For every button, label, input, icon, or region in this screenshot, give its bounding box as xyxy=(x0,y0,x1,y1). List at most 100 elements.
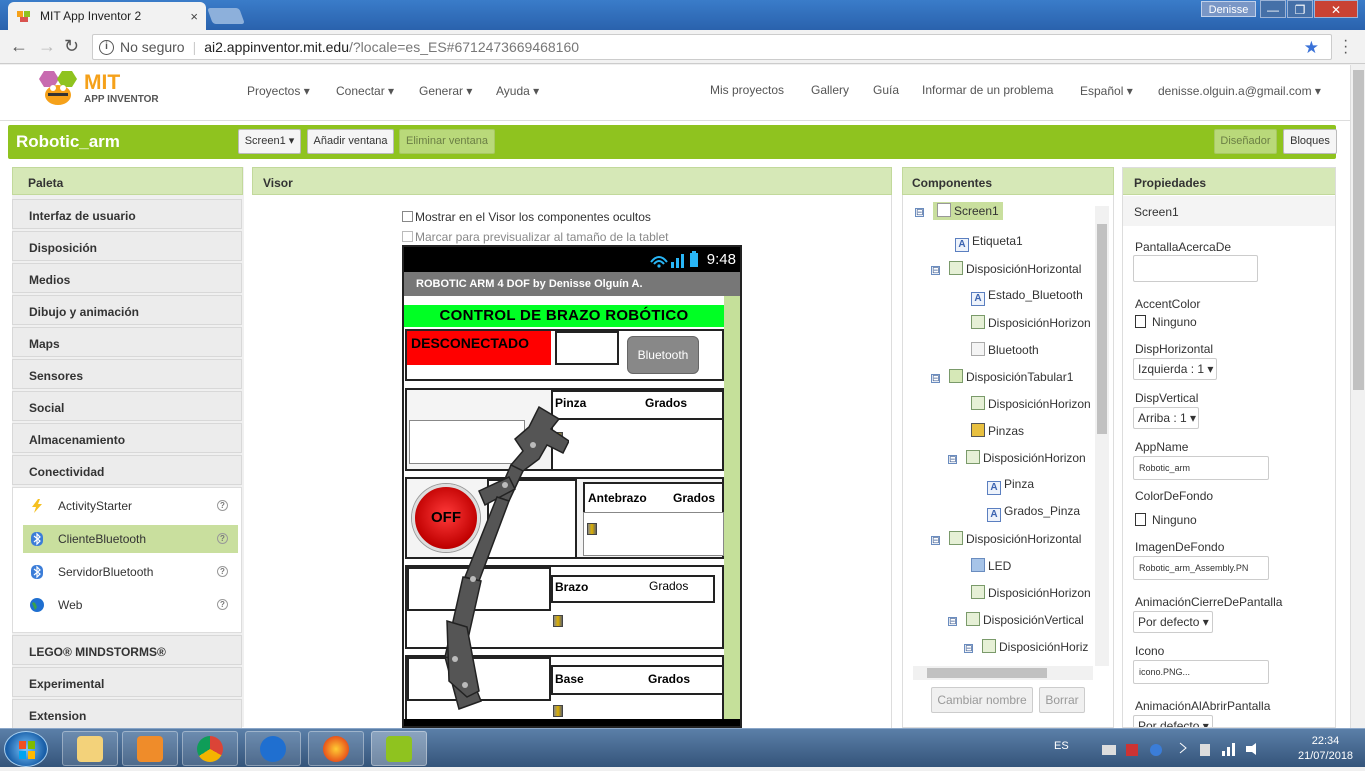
prop-bgimage-input[interactable]: Robotic_arm_Assembly.PN xyxy=(1133,556,1269,580)
palette-cat-sensors[interactable]: Sensores xyxy=(12,359,242,389)
palette-cat-maps[interactable]: Maps xyxy=(12,327,242,357)
minimize-button[interactable]: — xyxy=(1260,0,1286,18)
collapse-toggle-icon[interactable]: ⊟ xyxy=(964,644,973,653)
checkbox-box[interactable] xyxy=(402,231,413,242)
reload-icon[interactable]: ↻ xyxy=(64,36,79,57)
collapse-toggle-icon[interactable]: ⊟ xyxy=(948,455,957,464)
tree-node[interactable]: Pinzas xyxy=(971,423,1024,438)
prop-about-input[interactable] xyxy=(1133,255,1258,282)
palette-cat-social[interactable]: Social xyxy=(12,391,242,421)
link-gallery[interactable]: Gallery xyxy=(811,83,849,97)
tree-node[interactable]: DisposiciónHorizon xyxy=(971,585,1091,600)
prop-valign-select[interactable]: Arriba : 1 ▾ xyxy=(1133,407,1199,429)
new-tab-button[interactable] xyxy=(207,8,245,24)
tree-node[interactable]: DisposiciónHorizon xyxy=(971,315,1091,330)
back-arrow-icon[interactable]: ← xyxy=(10,36,28,57)
scrollbar-thumb[interactable] xyxy=(1353,70,1364,390)
menu-ayuda[interactable]: Ayuda ▾ xyxy=(496,84,539,98)
header-label[interactable]: CONTROL DE BRAZO ROBÓTICO xyxy=(404,305,724,327)
collapse-toggle-icon[interactable]: ⊟ xyxy=(931,374,940,383)
tree-node[interactable]: ⊟ DisposiciónHorizon xyxy=(948,450,1086,465)
bt-placeholder-box[interactable] xyxy=(555,331,619,365)
link-mis-proyectos[interactable]: Mis proyectos xyxy=(710,83,784,97)
remove-screen-button[interactable]: Eliminar ventana xyxy=(399,129,495,154)
brazo-label-box[interactable]: Brazo Grados xyxy=(551,575,715,603)
palette-cat-ui[interactable]: Interfaz de usuario xyxy=(12,199,242,229)
tree-node[interactable]: A Etiqueta1 xyxy=(955,234,1023,252)
prop-appname-input[interactable]: Robotic_arm xyxy=(1133,456,1269,480)
tree-node[interactable]: Bluetooth xyxy=(971,342,1039,357)
bluetooth-listpicker-button[interactable]: Bluetooth xyxy=(627,336,699,374)
tree-node[interactable]: ⊟ DisposiciónVertical xyxy=(948,612,1084,627)
palette-item-servidorbluetooth[interactable]: ServidorBluetooth ? xyxy=(23,558,238,586)
info-icon[interactable]: i xyxy=(99,39,114,55)
prop-halign-select[interactable]: Izquierda : 1 ▾ xyxy=(1133,358,1217,380)
start-button[interactable] xyxy=(4,731,48,767)
prop-accent-color[interactable]: Ninguno xyxy=(1135,315,1197,329)
prop-openanim-select[interactable]: Por defecto ▾ xyxy=(1133,715,1213,727)
antebrazo-slider-box[interactable] xyxy=(583,512,724,556)
palette-cat-lego[interactable]: LEGO® MINDSTORMS® xyxy=(12,635,242,665)
phone-scrollbar[interactable] xyxy=(726,296,740,726)
help-icon[interactable]: ? xyxy=(217,533,228,544)
scrollbar-thumb[interactable] xyxy=(1097,224,1107,434)
antebrazo-slider[interactable] xyxy=(587,523,597,535)
maximize-button[interactable]: ❐ xyxy=(1287,0,1313,18)
mit-app-inventor-logo[interactable]: MIT APP INVENTOR xyxy=(36,69,166,111)
tray-icons[interactable] xyxy=(1102,741,1262,757)
window-close-button[interactable]: ✕ xyxy=(1314,0,1358,18)
prop-bgcolor[interactable]: Ninguno xyxy=(1135,513,1197,527)
help-icon[interactable]: ? xyxy=(217,566,228,577)
palette-item-web[interactable]: Web ? xyxy=(23,591,238,619)
menu-generar[interactable]: Generar ▾ xyxy=(419,84,472,98)
tree-node[interactable]: ⊟ DisposiciónHorizontal xyxy=(931,531,1081,546)
link-report-problem[interactable]: Informar de un problema xyxy=(922,83,1053,97)
bookmark-star-icon[interactable]: ★ xyxy=(1304,38,1319,58)
taskbar-app[interactable] xyxy=(245,731,301,766)
status-label[interactable]: DESCONECTADO xyxy=(407,331,551,365)
browser-tab[interactable]: MIT App Inventor 2 × xyxy=(8,2,206,30)
url-input[interactable]: i No seguro | ai2.appinventor.mit.edu /?… xyxy=(92,34,1332,60)
collapse-toggle-icon[interactable]: ⊟ xyxy=(948,617,957,626)
base-label-box[interactable]: Base Grados xyxy=(551,665,724,695)
tree-node-screen1[interactable]: ⊟ Screen1 xyxy=(915,202,1003,220)
tree-node[interactable]: ⊟ DisposiciónTabular1 xyxy=(931,369,1073,384)
collapse-toggle-icon[interactable]: ⊟ xyxy=(915,208,924,217)
tree-node[interactable]: ⊟ DisposiciónHoriz xyxy=(964,639,1088,653)
designer-button[interactable]: Diseñador xyxy=(1214,129,1277,154)
account-menu[interactable]: denisse.olguin.a@gmail.com ▾ xyxy=(1158,84,1321,98)
tree-node[interactable]: ⊟ DisposiciónHorizontal xyxy=(931,261,1081,276)
tree-node[interactable]: LED xyxy=(971,558,1011,573)
components-horizontal-scrollbar[interactable] xyxy=(913,666,1093,680)
tree-node[interactable]: DisposiciónHorizon xyxy=(971,396,1091,411)
scrollbar-thumb[interactable] xyxy=(927,668,1047,678)
antebrazo-label-box[interactable]: Antebrazo Grados xyxy=(583,482,724,514)
palette-cat-layout[interactable]: Disposición xyxy=(12,231,242,261)
forward-arrow-icon[interactable]: → xyxy=(38,36,56,57)
blocks-button[interactable]: Bloques xyxy=(1283,129,1337,154)
tablet-preview-checkbox[interactable]: Marcar para previsualizar al tamaño de l… xyxy=(402,230,668,244)
bluetooth-row[interactable]: DESCONECTADO Bluetooth xyxy=(405,329,724,381)
palette-cat-media[interactable]: Medios xyxy=(12,263,242,293)
tree-node[interactable]: A Estado_Bluetooth xyxy=(971,288,1083,306)
checkbox-box[interactable] xyxy=(402,211,413,222)
taskbar-media[interactable] xyxy=(122,731,178,766)
language-indicator[interactable]: ES xyxy=(1054,740,1069,752)
tree-node[interactable]: A Pinza xyxy=(987,477,1034,495)
help-icon[interactable]: ? xyxy=(217,599,228,610)
collapse-toggle-icon[interactable]: ⊟ xyxy=(931,266,940,275)
delete-button[interactable]: Borrar xyxy=(1039,687,1085,713)
palette-cat-storage[interactable]: Almacenamiento xyxy=(12,423,242,453)
taskbar-explorer[interactable] xyxy=(62,731,118,766)
palette-item-clientebluetooth[interactable]: ClienteBluetooth ? xyxy=(23,525,238,553)
tree-node[interactable]: A Grados_Pinza xyxy=(987,504,1080,522)
palette-item-activitystarter[interactable]: ActivityStarter ? xyxy=(23,492,238,520)
clock[interactable]: 22:34 21/07/2018 xyxy=(1298,734,1353,764)
palette-cat-connectivity[interactable]: Conectividad xyxy=(12,455,242,485)
prop-closeanim-select[interactable]: Por defecto ▾ xyxy=(1133,611,1213,633)
language-menu[interactable]: Español ▾ xyxy=(1080,84,1133,98)
palette-cat-extension[interactable]: Extension xyxy=(12,699,242,728)
components-vertical-scrollbar[interactable] xyxy=(1095,206,1109,666)
palette-cat-drawing[interactable]: Dibujo y animación xyxy=(12,295,242,325)
show-hidden-checkbox[interactable]: Mostrar en el Visor los componentes ocul… xyxy=(402,210,651,224)
